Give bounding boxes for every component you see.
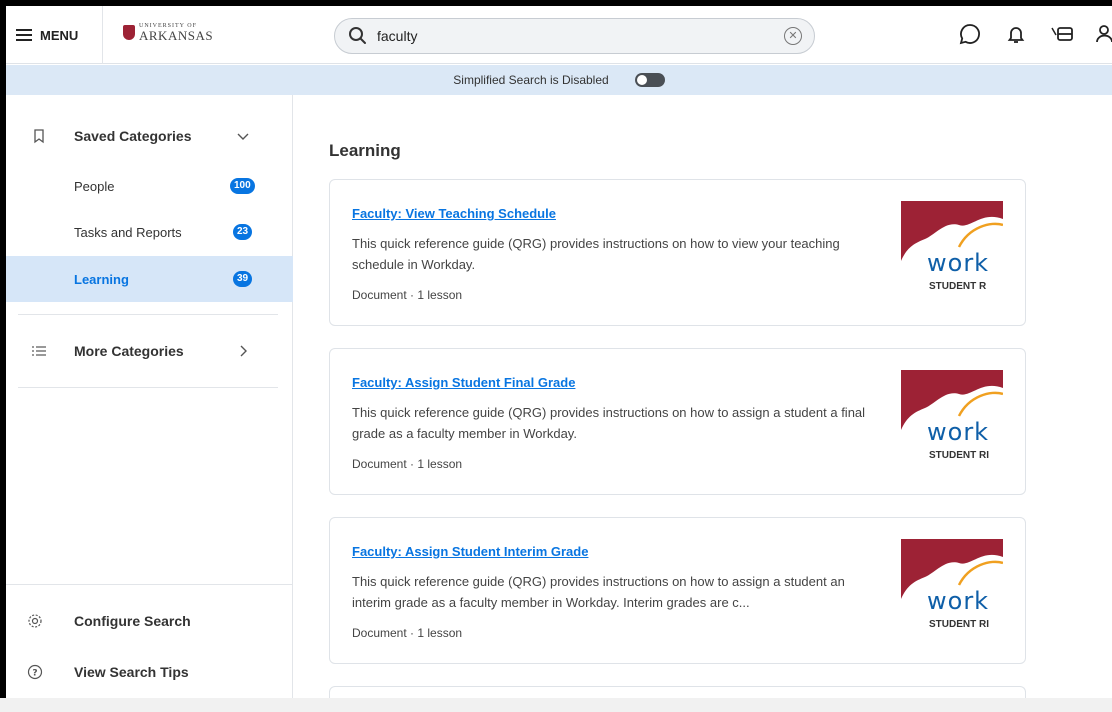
thumbnail-word: work — [927, 418, 990, 446]
list-icon — [31, 343, 47, 359]
category-sidebar: Saved Categories People 100 Tasks and Re… — [6, 95, 293, 706]
result-meta: Document · 1 lesson — [352, 288, 463, 302]
sidebar-item-tasks-and-reports[interactable]: Tasks and Reports 23 — [6, 209, 293, 255]
result-meta: Document · 1 lesson — [352, 626, 463, 640]
thumbnail-caption: STUDENT R — [929, 281, 987, 292]
workday-student-thumbnail[interactable]: work STUDENT RI — [901, 539, 1003, 637]
result-card[interactable]: Faculty: Assign Student Interim Grade Th… — [329, 517, 1026, 664]
count-badge: 39 — [233, 271, 253, 287]
more-categories-label: More Categories — [74, 343, 184, 359]
search-bar[interactable]: ✕ — [334, 18, 815, 54]
section-title: Learning — [329, 141, 401, 160]
view-search-tips-link[interactable]: ? View Search Tips — [6, 650, 293, 694]
workday-student-thumbnail[interactable]: work STUDENT R — [901, 201, 1003, 299]
chevron-down-icon — [236, 129, 250, 143]
configure-search-link[interactable]: Configure Search — [6, 599, 293, 643]
chevron-right-icon — [236, 344, 250, 358]
shield-icon — [123, 25, 135, 40]
result-description: This quick reference guide (QRG) provide… — [352, 236, 840, 272]
result-title-link[interactable]: Faculty: Assign Student Final Grade — [352, 375, 575, 390]
workday-student-thumbnail[interactable]: work STUDENT RI — [901, 370, 1003, 468]
inbox-icon[interactable] — [1050, 22, 1074, 46]
thumbnail-word: work — [927, 249, 990, 277]
banner-text: Simplified Search is Disabled — [453, 73, 609, 87]
configure-search-label: Configure Search — [74, 613, 191, 629]
top-icons — [958, 22, 1112, 46]
saved-categories-label: Saved Categories — [74, 128, 192, 144]
search-input[interactable] — [377, 28, 784, 44]
topbar-divider — [102, 6, 103, 64]
view-search-tips-label: View Search Tips — [74, 664, 189, 680]
simplified-search-toggle[interactable] — [634, 73, 665, 87]
result-title-link[interactable]: Faculty: View Teaching Schedule — [352, 206, 556, 221]
app-window: MENU UNIVERSITY OF ARKANSAS ✕ — [6, 6, 1112, 706]
bell-icon[interactable] — [1004, 22, 1028, 46]
thumbnail-caption: STUDENT RI — [929, 619, 989, 630]
sidebar-item-label: Tasks and Reports — [74, 224, 182, 240]
thumbnail-caption: STUDENT RI — [929, 450, 989, 461]
result-meta: Document · 1 lesson — [352, 457, 463, 471]
result-card[interactable]: Faculty: Assign Student Final Grade This… — [329, 348, 1026, 495]
simplified-search-banner: Simplified Search is Disabled — [6, 65, 1112, 95]
clear-search-icon[interactable]: ✕ — [784, 27, 802, 45]
count-badge: 23 — [233, 224, 253, 240]
user-icon[interactable] — [1096, 22, 1112, 46]
bookmark-icon — [31, 128, 47, 144]
help-icon: ? — [27, 664, 43, 680]
result-card[interactable]: Faculty: View Teaching Schedule This qui… — [329, 179, 1026, 326]
sidebar-divider — [18, 387, 278, 388]
thumbnail-word: work — [927, 587, 990, 615]
sidebar-item-people[interactable]: People 100 — [6, 163, 293, 209]
window-bottom-edge — [0, 698, 1112, 712]
sidebar-item-label: Learning — [74, 271, 129, 287]
chat-icon[interactable] — [958, 22, 982, 46]
sidebar-footer-divider — [6, 584, 293, 585]
university-logo[interactable]: UNIVERSITY OF ARKANSAS — [123, 23, 213, 42]
gear-icon — [27, 613, 43, 629]
search-results: Learning Faculty: View Teaching Schedule… — [294, 95, 1112, 706]
result-description: This quick reference guide (QRG) provide… — [352, 405, 866, 441]
menu-button[interactable]: MENU — [16, 24, 78, 46]
count-badge: 100 — [230, 178, 255, 194]
search-icon — [347, 25, 369, 47]
saved-categories-header[interactable]: Saved Categories — [6, 113, 293, 159]
top-bar: MENU UNIVERSITY OF ARKANSAS ✕ — [6, 6, 1112, 64]
sidebar-item-learning[interactable]: Learning 39 — [6, 256, 293, 302]
menu-label: MENU — [40, 27, 79, 43]
sidebar-item-label: People — [74, 178, 115, 194]
result-description: This quick reference guide (QRG) provide… — [352, 574, 845, 610]
more-categories-header[interactable]: More Categories — [6, 328, 293, 374]
logo-big-text: ARKANSAS — [139, 28, 214, 43]
sidebar-divider — [18, 314, 278, 315]
svg-text:?: ? — [32, 669, 37, 679]
result-title-link[interactable]: Faculty: Assign Student Interim Grade — [352, 544, 588, 559]
hamburger-icon — [16, 29, 32, 41]
